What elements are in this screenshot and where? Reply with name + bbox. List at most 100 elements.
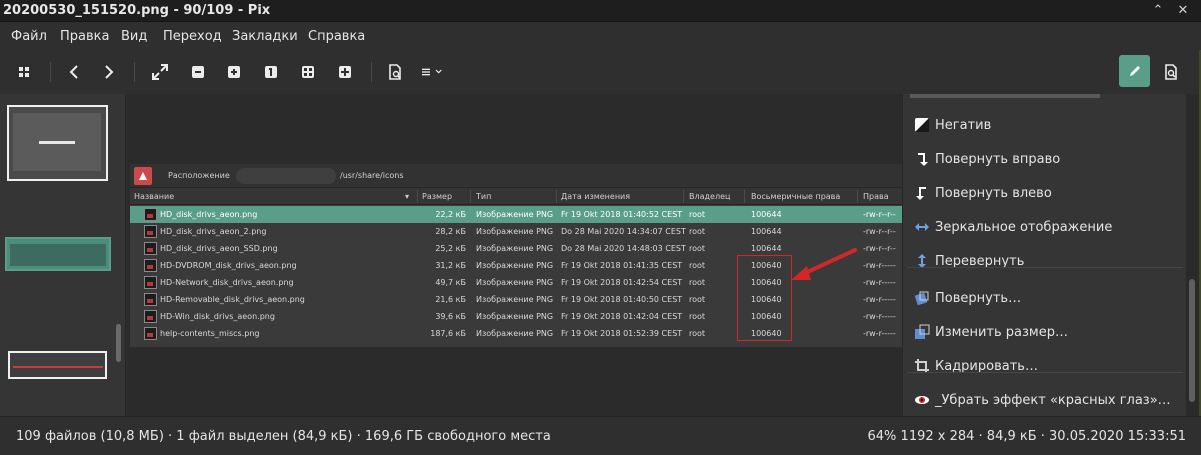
menu-view[interactable]: Вид xyxy=(121,29,147,44)
file-type: Изображение PNG xyxy=(476,227,554,236)
zoom-in-icon[interactable] xyxy=(222,60,246,84)
zoom-fit-width-icon[interactable] xyxy=(333,60,357,84)
tools-scrollbar-thumb[interactable] xyxy=(1189,279,1195,402)
image-file-icon xyxy=(144,327,157,340)
file-size: 39,6 кБ xyxy=(435,312,466,321)
file-owner: root xyxy=(689,244,706,253)
column-perm: Права xyxy=(863,192,889,201)
menu-icon[interactable] xyxy=(422,60,446,84)
file-date: Fr 19 Okt 2018 01:42:04 CEST xyxy=(561,312,683,321)
file-type: Изображение PNG xyxy=(476,329,554,338)
file-name: HD_disk_drivs_aeon_SSD.png xyxy=(160,244,278,253)
app-icon xyxy=(134,167,152,185)
tool-crop[interactable]: Кадрировать… xyxy=(903,349,1187,383)
sort-arrow-icon: ▾ xyxy=(405,192,410,201)
tool-rotate[interactable]: Повернуть… xyxy=(903,281,1187,315)
highlight-box xyxy=(737,255,792,341)
arrow-annotation xyxy=(791,248,857,280)
image-file-icon xyxy=(144,276,157,289)
table-row: HD_disk_drivs_aeon.png 22,2 кБ Изображение… xyxy=(130,206,902,223)
image-viewer[interactable]: Расположение /usr/share/icons Название ▾… xyxy=(127,94,902,416)
file-octal: 100644 xyxy=(751,227,782,236)
rotate-right-icon xyxy=(914,151,930,167)
image-file-icon xyxy=(144,242,157,255)
next-icon[interactable] xyxy=(97,60,121,84)
tool-flip[interactable]: Перевернуть xyxy=(903,244,1187,278)
image-file-icon xyxy=(144,310,157,323)
file-name: help-contents_miscs.png xyxy=(160,329,260,338)
tool-label: Повернуть вправо xyxy=(935,151,1061,167)
tool-red-eye[interactable]: _Убрать эффект «красных глаз»… xyxy=(903,383,1187,417)
tool-rotate-right[interactable]: Повернуть вправо xyxy=(903,142,1187,176)
zoom-fit-icon[interactable] xyxy=(296,60,320,84)
file-perm: -rw-r----- xyxy=(863,278,896,287)
column-size: Размер xyxy=(422,192,453,201)
menu-bookmarks[interactable]: Закладки xyxy=(232,29,298,44)
file-size: 21,6 кБ xyxy=(435,295,466,304)
tool-label: Негатив xyxy=(935,117,992,133)
grid-icon[interactable] xyxy=(12,60,36,84)
thumbnail-strip[interactable] xyxy=(0,94,126,416)
thumbnail-selected[interactable] xyxy=(5,237,111,271)
file-name: HD-DVDROM_disk_drivs_aeon.png xyxy=(160,261,297,270)
file-type: Изображение PNG xyxy=(476,261,554,270)
file-perm: -rw-r--r-- xyxy=(863,210,896,219)
column-octal: Восьмеричные права xyxy=(751,192,841,201)
prev-icon[interactable] xyxy=(62,60,86,84)
file-owner: root xyxy=(689,329,706,338)
chevron-up-icon[interactable]: ⌃ xyxy=(1149,2,1167,20)
thumbnail[interactable] xyxy=(8,351,107,379)
file-owner: root xyxy=(689,295,706,304)
tool-rotate-left[interactable]: Повернуть влево xyxy=(903,176,1187,210)
edit-icon[interactable] xyxy=(1119,55,1150,87)
table-header: Название ▾ Размер Тип Дата изменения Вла… xyxy=(130,188,902,205)
file-date: Fr 19 Okt 2018 01:52:39 CEST xyxy=(561,329,683,338)
menu-go[interactable]: Переход xyxy=(163,29,222,44)
zoom-out-icon[interactable] xyxy=(186,60,210,84)
status-image-info: 64% 1192 x 284 · 84,9 кБ · 30.05.2020 15… xyxy=(867,429,1186,444)
tool-negative[interactable]: Негатив xyxy=(903,108,1187,142)
image-file-icon xyxy=(144,293,157,306)
location-field xyxy=(236,168,336,184)
thumbnail-scrollbar[interactable] xyxy=(116,324,121,362)
file-size: 187,6 кБ xyxy=(430,329,466,338)
location-bar: Расположение /usr/share/icons xyxy=(130,164,902,188)
file-date: Do 28 Mai 2020 14:34:07 CEST xyxy=(561,227,686,236)
thumbnail[interactable] xyxy=(7,105,108,181)
file-type: Изображение PNG xyxy=(476,244,554,253)
displayed-image: Расположение /usr/share/icons Название ▾… xyxy=(130,164,902,347)
file-size: 49,7 кБ xyxy=(435,278,466,287)
tool-resize[interactable]: Изменить размер… xyxy=(903,315,1187,349)
menu-help[interactable]: Справка xyxy=(308,29,365,44)
file-size: 31,2 кБ xyxy=(435,261,466,270)
file-owner: root xyxy=(689,312,706,321)
file-owner: root xyxy=(689,210,706,219)
info-icon[interactable] xyxy=(1159,60,1183,84)
menu-file[interactable]: Файл xyxy=(11,29,47,44)
file-name: HD_disk_drivs_aeon.png xyxy=(160,210,258,219)
fullscreen-icon[interactable] xyxy=(148,60,172,84)
tool-mirror[interactable]: Зеркальное отображение xyxy=(903,210,1187,244)
tool-label: Зеркальное отображение xyxy=(935,219,1113,235)
properties-icon[interactable] xyxy=(383,60,407,84)
file-size: 28,2 кБ xyxy=(435,227,466,236)
file-perm: -rw-r----- xyxy=(863,312,896,321)
file-owner: root xyxy=(689,227,706,236)
file-name: HD_disk_drivs_aeon_2.png xyxy=(160,227,267,236)
file-octal: 100644 xyxy=(751,210,782,219)
file-perm: -rw-r--r-- xyxy=(863,227,896,236)
column-name: Название xyxy=(134,192,175,201)
rotate-icon xyxy=(914,290,930,306)
title-bar: 20200530_151520.png - 90/109 - Pix ⌃ ✕ xyxy=(0,0,1201,22)
tools-scrollbar[interactable] xyxy=(1186,94,1199,416)
file-date: Fr 19 Okt 2018 01:40:52 CEST xyxy=(561,210,683,219)
tool-label: _Убрать эффект «красных глаз»… xyxy=(935,392,1171,408)
zoom-1-icon[interactable] xyxy=(259,60,283,84)
close-icon[interactable]: ✕ xyxy=(1174,2,1192,20)
column-type: Тип xyxy=(476,192,492,201)
file-date: Fr 19 Okt 2018 01:42:54 CEST xyxy=(561,278,683,287)
column-date: Дата изменения xyxy=(561,192,631,201)
menu-edit[interactable]: Правка xyxy=(60,29,109,44)
file-date: Fr 19 Okt 2018 01:40:50 CEST xyxy=(561,295,683,304)
image-file-icon xyxy=(144,208,157,221)
